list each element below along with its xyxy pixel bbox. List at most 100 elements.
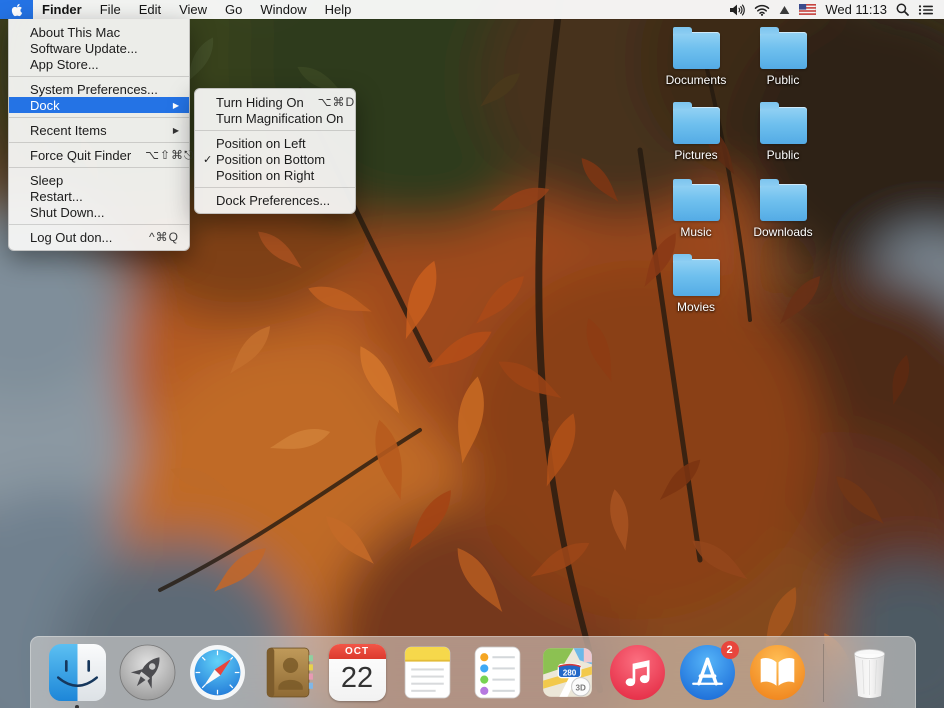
menu-go[interactable]: Go: [216, 0, 251, 19]
menu-bar: Finder File Edit View Go Window Help Wed…: [0, 0, 944, 19]
maps-3d-label: 3D: [575, 683, 586, 692]
folder-icon: [673, 32, 720, 69]
menu-item-shut-down[interactable]: Shut Down...: [9, 204, 189, 220]
folder-label: Documents: [652, 73, 740, 87]
menu-item-app-store[interactable]: App Store...: [9, 56, 189, 72]
menu-item-recent-items[interactable]: Recent Items▶: [9, 122, 189, 138]
dock-item-app-store[interactable]: 2: [679, 644, 736, 701]
trash-icon: [841, 644, 898, 704]
calendar-icon: OCT 22: [329, 644, 386, 701]
menu-separator: [195, 187, 355, 188]
menu-item-software-update[interactable]: Software Update...: [9, 40, 189, 56]
menu-window[interactable]: Window: [251, 0, 315, 19]
safari-icon: [189, 644, 246, 701]
menu-item-turn-magnification-on[interactable]: Turn Magnification On: [195, 110, 355, 126]
apple-logo-icon: [11, 3, 23, 17]
menu-separator: [9, 142, 189, 143]
volume-icon[interactable]: [729, 4, 745, 16]
checkmark-icon: ✓: [203, 153, 216, 166]
menu-separator: [9, 167, 189, 168]
notification-center-icon[interactable]: [918, 4, 934, 16]
folder-label: Public: [739, 148, 827, 162]
dock-item-contacts[interactable]: [259, 644, 316, 701]
dock-item-launchpad[interactable]: [119, 644, 176, 701]
menu-separator: [9, 76, 189, 77]
menu-file[interactable]: File: [91, 0, 130, 19]
menu-help[interactable]: Help: [316, 0, 361, 19]
menu-item-position-on-right[interactable]: Position on Right: [195, 167, 355, 183]
calendar-day: 22: [329, 659, 386, 697]
menu-item-about-this-mac[interactable]: About This Mac: [9, 24, 189, 40]
apple-menu-button[interactable]: [0, 0, 33, 19]
launchpad-icon: [119, 644, 176, 701]
menu-bar-clock[interactable]: Wed 11:13: [825, 2, 887, 17]
dock: OCT 22: [30, 636, 916, 708]
desktop-folder-documents[interactable]: Documents: [652, 26, 740, 87]
folder-icon: [760, 32, 807, 69]
folder-icon: [673, 107, 720, 144]
desktop-folder-music[interactable]: Music: [652, 178, 740, 239]
spotlight-search-icon[interactable]: [896, 3, 909, 16]
menu-item-restart[interactable]: Restart...: [9, 188, 189, 204]
folder-label: Movies: [652, 300, 740, 314]
shortcut-label: ⌥⌘D: [318, 95, 356, 109]
folder-label: Music: [652, 225, 740, 239]
menu-separator: [9, 117, 189, 118]
itunes-icon: [609, 644, 666, 701]
shortcut-label: ^⌘Q: [149, 230, 179, 244]
dock-item-maps[interactable]: 280 3D: [539, 644, 596, 701]
folder-label: Public: [739, 73, 827, 87]
menu-item-position-on-left[interactable]: Position on Left: [195, 135, 355, 151]
ibooks-icon: [749, 644, 806, 701]
dock-separator: [823, 644, 824, 702]
menu-edit[interactable]: Edit: [130, 0, 170, 19]
contacts-icon: [259, 644, 316, 701]
calendar-month: OCT: [329, 644, 386, 659]
menu-view[interactable]: View: [170, 0, 216, 19]
dock-item-ibooks[interactable]: [749, 644, 806, 701]
app-menu-finder[interactable]: Finder: [33, 0, 91, 19]
app-store-badge: 2: [721, 641, 739, 659]
dock-item-calendar[interactable]: OCT 22: [329, 644, 386, 701]
menu-separator: [195, 130, 355, 131]
submenu-arrow-icon: ▶: [173, 126, 179, 135]
apple-menu: About This Mac Software Update... App St…: [8, 19, 190, 251]
menu-item-dock[interactable]: Dock▶: [9, 97, 189, 113]
dock-item-reminders[interactable]: [469, 644, 526, 701]
maps-icon: 280 3D: [539, 644, 596, 701]
reminders-icon: [469, 644, 526, 701]
dock-item-safari[interactable]: [189, 644, 246, 701]
submenu-arrow-icon: ▶: [173, 101, 179, 110]
menu-item-system-preferences[interactable]: System Preferences...: [9, 81, 189, 97]
desktop-folder-public[interactable]: Public: [739, 26, 827, 87]
folder-icon: [760, 107, 807, 144]
dock-item-notes[interactable]: [399, 644, 456, 701]
dock-item-trash[interactable]: [841, 644, 898, 701]
desktop-folder-public-2[interactable]: Public: [739, 101, 827, 162]
folder-label: Downloads: [739, 225, 827, 239]
folder-icon: [673, 259, 720, 296]
menu-item-dock-preferences[interactable]: Dock Preferences...: [195, 192, 355, 208]
wifi-icon[interactable]: [754, 4, 770, 16]
desktop-folder-pictures[interactable]: Pictures: [652, 101, 740, 162]
input-source-us-flag-icon[interactable]: [799, 4, 816, 15]
menu-item-force-quit-finder[interactable]: Force Quit Finder⌥⇧⌘⎋: [9, 147, 189, 163]
dock-item-itunes[interactable]: [609, 644, 666, 701]
folder-icon: [760, 184, 807, 221]
shortcut-label: ⌥⇧⌘⎋: [145, 148, 194, 163]
desktop-folder-movies[interactable]: Movies: [652, 253, 740, 314]
dock-submenu: Turn Hiding On⌥⌘D Turn Magnification On …: [194, 88, 356, 214]
menu-separator: [9, 224, 189, 225]
menu-item-log-out[interactable]: Log Out don...^⌘Q: [9, 229, 189, 245]
dock-item-finder[interactable]: [49, 644, 106, 701]
folder-label: Pictures: [652, 148, 740, 162]
maps-route-label: 280: [562, 669, 576, 678]
menu-item-sleep[interactable]: Sleep: [9, 172, 189, 188]
folder-icon: [673, 184, 720, 221]
notes-icon: [399, 644, 456, 701]
menu-item-turn-hiding-on[interactable]: Turn Hiding On⌥⌘D: [195, 94, 355, 110]
menu-extra-triangle-icon[interactable]: [779, 5, 790, 15]
menu-item-position-on-bottom[interactable]: ✓Position on Bottom: [195, 151, 355, 167]
desktop-folder-downloads[interactable]: Downloads: [739, 178, 827, 239]
finder-icon: [49, 644, 106, 701]
